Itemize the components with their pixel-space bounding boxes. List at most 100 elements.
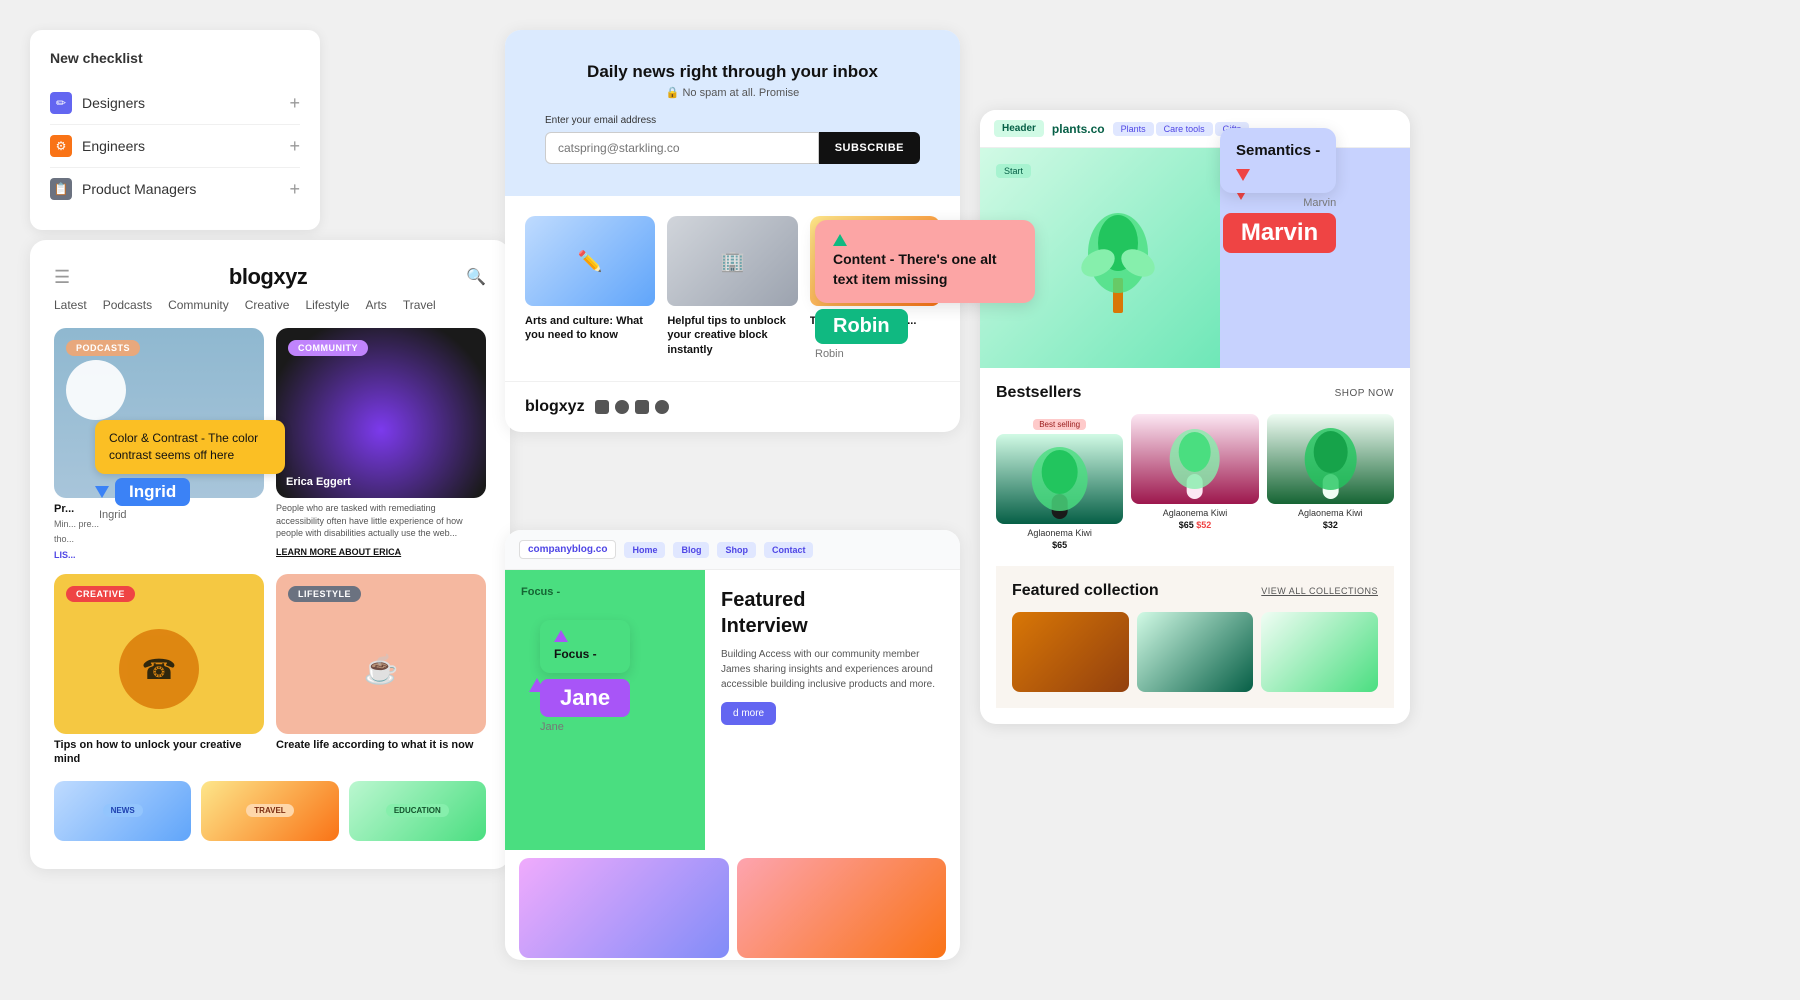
plant-price-2: $65 $52 <box>1131 520 1258 530</box>
blog-header: ☰ blogxyz 🔍 <box>54 264 486 290</box>
jane-badge-row: Jane <box>540 679 630 717</box>
article-img-2: 🏢 <box>667 216 797 306</box>
view-all-link[interactable]: VIEW ALL COLLECTIONS <box>1261 586 1378 596</box>
blog-logo: blogxyz <box>229 264 307 290</box>
plant-icon-2 <box>1131 414 1258 504</box>
checklist-label-engineers: Engineers <box>82 138 145 154</box>
read-more-button[interactable]: d more <box>721 702 776 725</box>
search-icon[interactable]: 🔍 <box>466 267 486 287</box>
newsletter-form: SUBSCRIBE <box>545 132 920 164</box>
pencil-icon: ✏ <box>50 92 72 114</box>
email-input[interactable] <box>545 132 819 164</box>
robin-annotation: Content - There's one alt text item miss… <box>815 220 1035 360</box>
plant-price-1: $65 <box>996 540 1123 550</box>
robin-name-small: Robin <box>815 348 1035 360</box>
cursor-purple-icon2 <box>554 630 568 642</box>
add-designers-button[interactable]: + <box>289 94 300 112</box>
collection-grid <box>1012 612 1378 692</box>
plants-grid: Best selling Aglaonema Kiwi $65 <box>996 414 1394 550</box>
collection-img-2[interactable] <box>1137 612 1254 692</box>
nav-shop[interactable]: Shop <box>717 542 756 558</box>
collection-img-1[interactable] <box>1012 612 1129 692</box>
creative-card[interactable]: CREATIVE ☎ Tips on how to unlock your cr… <box>54 574 264 767</box>
community-card-text: People who are tasked with remediating a… <box>276 502 486 558</box>
marvin-badge: Marvin <box>1223 213 1336 253</box>
social-icon-2[interactable] <box>615 400 629 414</box>
hamburger-icon[interactable]: ☰ <box>54 267 70 288</box>
article-card-1[interactable]: ✏️ Arts and culture: What you need to kn… <box>525 216 655 361</box>
robin-badge: Robin <box>815 309 908 344</box>
creative-card-text: Tips on how to unlock your creative mind <box>54 738 264 767</box>
lifestyle-card[interactable]: LIFESTYLE ☕ Create life according to wha… <box>276 574 486 767</box>
plant-price-3: $32 <box>1267 520 1394 530</box>
url-bar: companyblog.co <box>519 540 616 559</box>
plants-nav-plants[interactable]: Plants <box>1113 122 1154 136</box>
jane-annotation: Focus - Jane Jane <box>540 620 630 733</box>
community-card[interactable]: COMMUNITY Erica Eggert People who are ta… <box>276 328 486 562</box>
marvin-name-small-outer: Marvin <box>1220 197 1336 209</box>
nav-home[interactable]: Home <box>624 542 665 558</box>
plants-hero: Start Semantics - <box>980 148 1410 368</box>
social-icons <box>595 400 669 414</box>
plant-sale-price: $52 <box>1196 520 1211 530</box>
plants-start-badge: Start <box>996 164 1031 178</box>
blog-cards-grid: PODCASTS Pr... Min... pre... tho... LIS.… <box>54 328 486 767</box>
checklist-item-left-eng: ⚙ Engineers <box>50 135 145 157</box>
add-engineers-button[interactable]: + <box>289 137 300 155</box>
plant-item-2[interactable]: Aglaonema Kiwi $65 $52 <box>1131 414 1258 550</box>
social-icon-3[interactable] <box>635 400 649 414</box>
newsletter-hero: Daily news right through your inbox 🔒 No… <box>505 30 960 196</box>
footer-logo: blogxyz <box>525 398 585 416</box>
bestsellers-title: Bestsellers <box>996 384 1081 402</box>
jane-bubble: Focus - <box>540 620 630 673</box>
robin-bubble: Content - There's one alt text item miss… <box>815 220 1035 303</box>
jane-badge: Jane <box>540 679 630 717</box>
blog-bottom-img-1 <box>519 858 729 958</box>
checklist-item-product-managers[interactable]: 📋 Product Managers + <box>50 168 300 210</box>
tag-podcasts: PODCASTS <box>66 340 140 356</box>
plants-store-panel: Header plants.co Plants Care tools Gifts… <box>980 110 1410 724</box>
plants-logo: plants.co <box>1052 122 1105 136</box>
nav-arts[interactable]: Arts <box>365 298 386 312</box>
plant-item-1[interactable]: Best selling Aglaonema Kiwi $65 <box>996 414 1123 550</box>
nav-contact[interactable]: Contact <box>764 542 814 558</box>
nav-blog[interactable]: Blog <box>673 542 709 558</box>
plant-svg <box>1078 198 1158 318</box>
collection-img-3[interactable] <box>1261 612 1378 692</box>
nav-travel[interactable]: Travel <box>403 298 436 312</box>
bottom-cards-row: NEWS TRAVEL EDUCATION <box>54 781 486 845</box>
plants-nav-care[interactable]: Care tools <box>1156 122 1213 136</box>
plant-icon-1 <box>996 434 1123 524</box>
marvin-cursor-annotation <box>1236 169 1320 181</box>
blog-nav: Latest Podcasts Community Creative Lifes… <box>54 298 486 312</box>
ingrid-annotation: Color & Contrast - The color contrast se… <box>95 420 285 521</box>
best-seller-badge: Best selling <box>1033 419 1086 430</box>
nav-latest[interactable]: Latest <box>54 298 87 312</box>
shop-now-link[interactable]: SHOP NOW <box>1335 388 1394 399</box>
nav-podcasts[interactable]: Podcasts <box>103 298 152 312</box>
checklist-item-designers[interactable]: ✏ Designers + <box>50 82 300 125</box>
checklist-item-engineers[interactable]: ⚙ Engineers + <box>50 125 300 168</box>
robin-badge-row: Robin <box>815 309 1035 344</box>
add-pm-button[interactable]: + <box>289 180 300 198</box>
nav-creative[interactable]: Creative <box>245 298 290 312</box>
nav-lifestyle[interactable]: Lifestyle <box>305 298 349 312</box>
newsletter-subtitle: 🔒 No spam at all. Promise <box>545 86 920 99</box>
ingrid-name-small: Ingrid <box>99 509 285 521</box>
social-icon-1[interactable] <box>595 400 609 414</box>
social-icon-4[interactable] <box>655 400 669 414</box>
learn-more-link[interactable]: LEARN MORE ABOUT ERICA <box>276 546 486 559</box>
checklist-title: New checklist <box>50 50 300 66</box>
ingrid-cursor-row: Ingrid <box>95 478 285 506</box>
featured-focus-label: Focus - <box>521 586 689 598</box>
cursor-red-icon2 <box>1236 169 1250 181</box>
cursor-green-icon <box>833 234 847 246</box>
marvin-annotation: Semantics - Marvin Marvin <box>1220 128 1336 253</box>
subscribe-button[interactable]: SUBSCRIBE <box>819 132 920 164</box>
nav-community[interactable]: Community <box>168 298 229 312</box>
lifestyle-card-text: Create life according to what it is now <box>276 738 486 752</box>
plant-img-2 <box>1131 414 1258 504</box>
plant-item-3[interactable]: Aglaonema Kiwi $32 <box>1267 414 1394 550</box>
article-card-2[interactable]: 🏢 Helpful tips to unblock your creative … <box>667 216 797 361</box>
blog-bottom-img-2 <box>737 858 947 958</box>
